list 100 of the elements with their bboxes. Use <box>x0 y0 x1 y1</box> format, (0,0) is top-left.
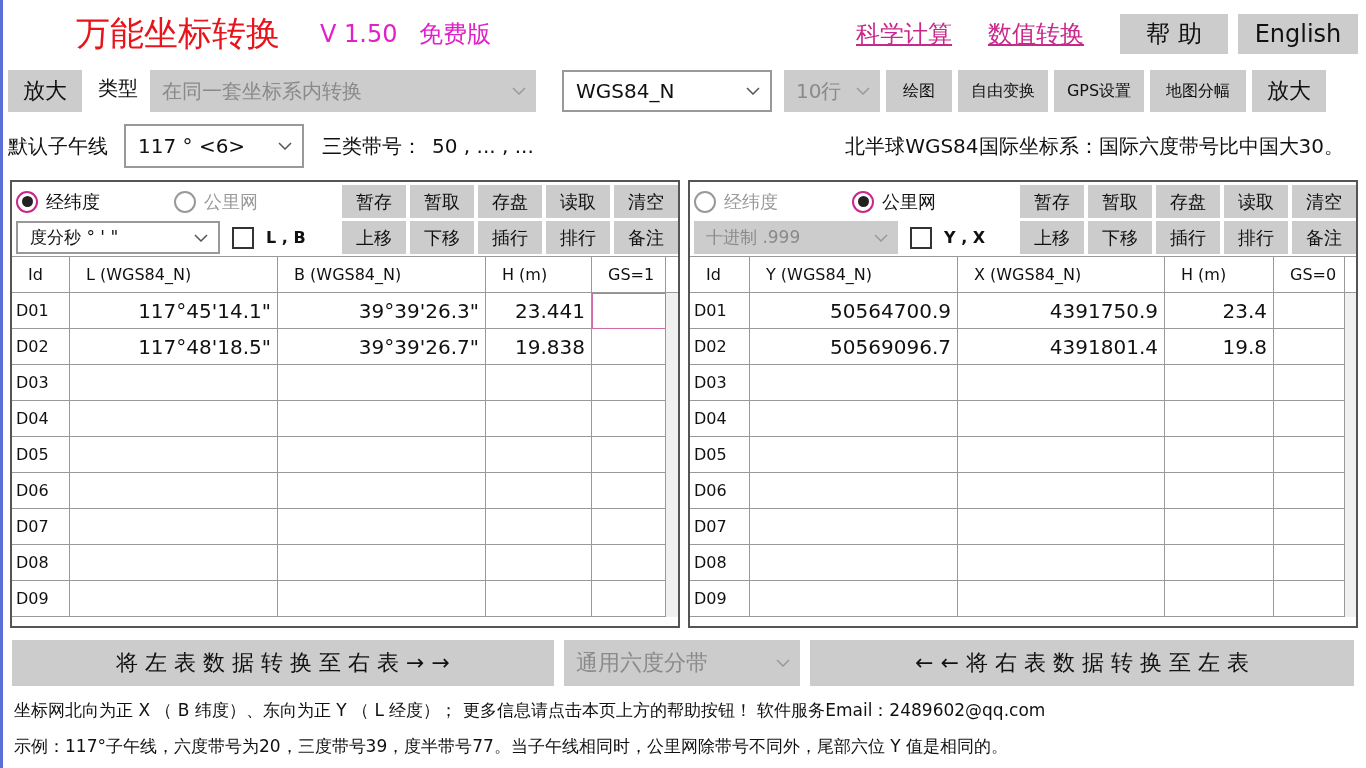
table-cell[interactable] <box>486 473 592 509</box>
table-cell[interactable]: 23.441 <box>486 293 592 329</box>
toolbar-button[interactable]: 插行 <box>478 221 542 254</box>
checkbox[interactable] <box>910 226 932 249</box>
toolbar-button[interactable]: 备注 <box>614 221 678 254</box>
table-cell[interactable] <box>70 401 278 437</box>
meridian-select[interactable]: 117 ° <6> <box>124 124 304 168</box>
toolbar-button[interactable]: 存盘 <box>478 185 542 218</box>
table-cell[interactable] <box>958 581 1165 617</box>
toolbar-button[interactable]: 清空 <box>1292 185 1356 218</box>
convert-left-button[interactable]: ← ← 将 右 表 数 据 转 换 至 左 表 <box>810 640 1354 686</box>
table-cell[interactable]: 117°48'18.5" <box>70 329 278 365</box>
zoom-button[interactable]: 放大 <box>8 70 82 112</box>
table-cell[interactable] <box>1165 509 1274 545</box>
toolbar-button[interactable]: 上移 <box>342 221 406 254</box>
table-cell[interactable]: 39°39'26.3" <box>278 293 486 329</box>
toolbar-button[interactable]: 清空 <box>614 185 678 218</box>
table-cell[interactable] <box>1274 365 1345 401</box>
table-cell[interactable] <box>592 545 666 581</box>
table-cell[interactable] <box>750 473 958 509</box>
table-cell[interactable] <box>958 509 1165 545</box>
table-cell[interactable] <box>592 293 666 329</box>
table-cell[interactable] <box>1165 545 1274 581</box>
table-cell[interactable] <box>278 545 486 581</box>
toolbar-button[interactable]: 暂取 <box>410 185 474 218</box>
table-cell[interactable] <box>278 365 486 401</box>
table-cell[interactable] <box>592 401 666 437</box>
nav-link[interactable]: 数值转换 <box>988 18 1084 50</box>
table-cell[interactable] <box>1274 473 1345 509</box>
table-cell[interactable] <box>958 437 1165 473</box>
table-cell[interactable] <box>592 437 666 473</box>
table-cell[interactable] <box>70 437 278 473</box>
table-cell[interactable] <box>592 509 666 545</box>
toolbar-button[interactable]: 暂存 <box>342 185 406 218</box>
format-select[interactable]: 度分秒 ° ' " <box>16 221 220 254</box>
table-cell[interactable] <box>592 581 666 617</box>
table-cell[interactable] <box>1165 437 1274 473</box>
table-cell[interactable] <box>486 437 592 473</box>
toolbar-button[interactable]: 备注 <box>1292 221 1356 254</box>
table-cell[interactable] <box>750 509 958 545</box>
toolbar-button[interactable]: 存盘 <box>1156 185 1220 218</box>
zoom-button[interactable]: 放大 <box>1252 70 1326 112</box>
table-cell[interactable] <box>70 509 278 545</box>
toolbar-button[interactable]: 暂取 <box>1088 185 1152 218</box>
table-cell[interactable]: 4391801.4 <box>958 329 1165 365</box>
toolbar-button[interactable]: 排行 <box>1224 221 1288 254</box>
table-cell[interactable]: 50569096.7 <box>750 329 958 365</box>
table-cell[interactable] <box>1165 581 1274 617</box>
table-cell[interactable] <box>1274 509 1345 545</box>
table-cell[interactable] <box>486 581 592 617</box>
table-cell[interactable] <box>750 401 958 437</box>
table-cell[interactable] <box>1165 365 1274 401</box>
table-cell[interactable] <box>278 581 486 617</box>
table-cell[interactable]: 19.8 <box>1165 329 1274 365</box>
table-cell[interactable] <box>958 365 1165 401</box>
table-cell[interactable] <box>1274 581 1345 617</box>
table-cell[interactable] <box>1274 437 1345 473</box>
checkbox[interactable] <box>232 226 254 249</box>
table-cell[interactable]: 23.4 <box>1165 293 1274 329</box>
toolbar-button[interactable]: GPS设置 <box>1054 70 1144 112</box>
scrollbar[interactable] <box>666 293 678 617</box>
table-cell[interactable] <box>592 329 666 365</box>
table-cell[interactable] <box>1274 293 1345 329</box>
help-button[interactable]: 帮 助 <box>1120 14 1228 54</box>
table-cell[interactable] <box>278 401 486 437</box>
table-cell[interactable] <box>750 545 958 581</box>
toolbar-button[interactable]: 绘图 <box>886 70 952 112</box>
nav-link[interactable]: 科学计算 <box>856 18 952 50</box>
table-cell[interactable] <box>958 401 1165 437</box>
table-cell[interactable] <box>1274 545 1345 581</box>
table-cell[interactable] <box>592 365 666 401</box>
toolbar-button[interactable]: 地图分幅 <box>1150 70 1246 112</box>
table-cell[interactable] <box>278 437 486 473</box>
toolbar-button[interactable]: 下移 <box>410 221 474 254</box>
toolbar-button[interactable]: 插行 <box>1156 221 1220 254</box>
table-cell[interactable] <box>1165 473 1274 509</box>
table-cell[interactable] <box>958 473 1165 509</box>
table-cell[interactable] <box>70 365 278 401</box>
table-cell[interactable] <box>1274 401 1345 437</box>
table-cell[interactable] <box>486 401 592 437</box>
table-cell[interactable] <box>1165 401 1274 437</box>
table-cell[interactable] <box>750 437 958 473</box>
toolbar-button[interactable]: 读取 <box>1224 185 1288 218</box>
convert-right-button[interactable]: 将 左 表 数 据 转 换 至 右 表 → → <box>12 640 554 686</box>
toolbar-button[interactable]: 排行 <box>546 221 610 254</box>
toolbar-button[interactable]: 读取 <box>546 185 610 218</box>
table-cell[interactable] <box>486 509 592 545</box>
radio-option[interactable]: 公里网 <box>852 189 1010 214</box>
toolbar-button[interactable]: 自由变换 <box>958 70 1048 112</box>
table-cell[interactable] <box>750 365 958 401</box>
scrollbar[interactable] <box>1345 293 1356 617</box>
toolbar-button[interactable]: 上移 <box>1020 221 1084 254</box>
table-cell[interactable]: 39°39'26.7" <box>278 329 486 365</box>
table-cell[interactable] <box>70 581 278 617</box>
toolbar-button[interactable]: 暂存 <box>1020 185 1084 218</box>
radio-option[interactable]: 经纬度 <box>16 189 174 214</box>
table-cell[interactable] <box>1274 329 1345 365</box>
table-cell[interactable]: 19.838 <box>486 329 592 365</box>
table-cell[interactable] <box>958 545 1165 581</box>
toolbar-button[interactable]: 下移 <box>1088 221 1152 254</box>
